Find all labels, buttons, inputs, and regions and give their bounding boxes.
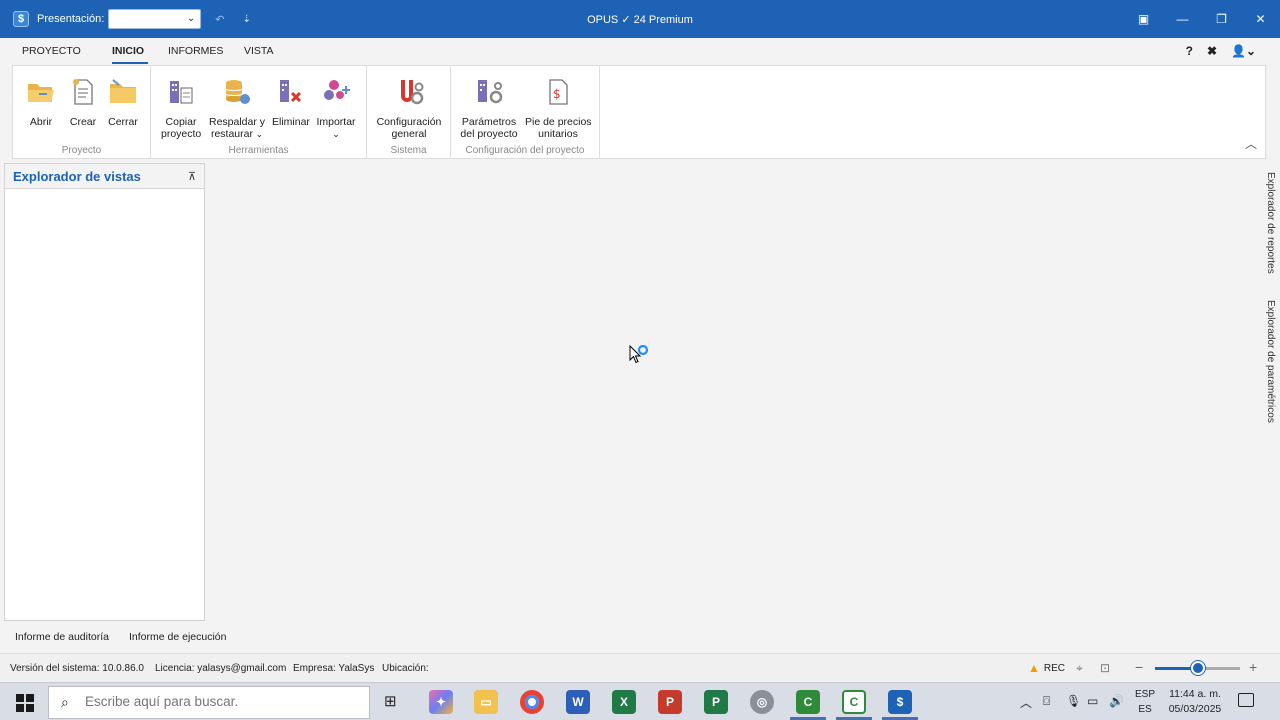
layout-icon[interactable]: ▣ [1124, 0, 1163, 38]
tab-explorador-reportes[interactable]: Explorador de reportes [1265, 172, 1276, 274]
rec-indicator: REC [1043, 662, 1066, 674]
microphone-icon[interactable]: 🎙 [1066, 694, 1081, 708]
ribbon-panel: Abrir Crear Cerrar Proyecto Copiar proye… [12, 65, 1266, 159]
volume-icon[interactable]: 🔊 [1109, 694, 1124, 708]
views-explorer-header: Explorador de vistas ⊼ [5, 164, 204, 189]
new-document-icon [73, 79, 93, 105]
camera-icon[interactable]: ⌼ [1043, 694, 1050, 709]
maximize-button[interactable]: ❐ [1202, 0, 1241, 38]
busy-cursor-icon [629, 345, 649, 364]
taskbar-clock[interactable]: 11:44 a. m. 05/03/2025 [1162, 687, 1228, 717]
respaldar-restaurar-button[interactable]: Respaldar y restaurar ⌄ [208, 76, 266, 140]
svg-text:$: $ [553, 87, 561, 101]
close-button[interactable]: ✕ [1241, 0, 1280, 38]
collapse-ribbon-icon[interactable]: ︿ [1245, 135, 1257, 152]
eliminar-button[interactable]: Eliminar [272, 76, 310, 128]
quick-access-dropdown-icon[interactable]: ⇣ [242, 14, 250, 25]
system-version: Versión del sistema: 10.0.86.0 [10, 663, 144, 674]
opus-taskbar-icon[interactable]: $ [888, 690, 912, 714]
user-icon[interactable]: 👤⌄ [1231, 44, 1256, 58]
group-label-sistema: Sistema [390, 145, 427, 156]
active-tab-indicator [112, 62, 148, 64]
import-icon [324, 80, 350, 100]
cerrar-button[interactable]: Cerrar [107, 76, 139, 128]
group-proyecto: Abrir Crear Cerrar Proyecto [13, 66, 151, 158]
title-bar: $ Presentación: ⌄ ↶ ⇣ OPUS ✓ 24 Premium … [0, 0, 1280, 38]
locate-icon[interactable]: ⌖ [1076, 661, 1083, 676]
file-explorer-icon[interactable]: ▭ [474, 690, 498, 714]
word-icon[interactable]: W [566, 690, 590, 714]
tab-proyecto[interactable]: PROYECTO [22, 45, 81, 57]
tab-inicio[interactable]: INICIO [112, 45, 144, 57]
views-explorer-title: Explorador de vistas [13, 169, 141, 184]
network-app-icon[interactable]: ◎ [750, 690, 774, 714]
group-configuracion-proyecto: Parámetros del proyecto $ Pie de precios… [451, 66, 600, 158]
tray-expand-icon[interactable]: ︿ [1020, 694, 1032, 711]
zoom-in-button[interactable]: + [1249, 659, 1257, 675]
parametros-proyecto-button[interactable]: Parámetros del proyecto [459, 76, 519, 140]
license-info: Licencia: yalasys@gmail.com [155, 663, 287, 674]
group-label-proyecto: Proyecto [61, 145, 102, 156]
minimize-button[interactable]: — [1163, 0, 1202, 38]
group-label-configuracion-proyecto: Configuración del proyecto [465, 145, 585, 156]
help-icon[interactable]: ? [1186, 44, 1193, 58]
tab-informe-auditoria[interactable]: Informe de auditoría [15, 631, 109, 643]
chrome-icon[interactable] [520, 690, 544, 714]
opus-app-icon[interactable]: $ [13, 11, 29, 27]
importar-button[interactable]: Importar ⌄ [315, 76, 357, 140]
camtasia-icon[interactable]: C [796, 690, 820, 714]
pie-precios-unitarios-button[interactable]: $ Pie de precios unitarios [525, 76, 592, 140]
copy-project-icon [170, 81, 193, 104]
project-icon[interactable]: P [704, 690, 728, 714]
company-info: Empresa: YalaSys [293, 663, 375, 674]
tab-vista[interactable]: VISTA [244, 45, 274, 57]
delete-project-icon [280, 80, 302, 103]
folder-closed-icon [110, 79, 136, 103]
excel-icon[interactable]: X [612, 690, 636, 714]
tab-informes[interactable]: INFORMES [168, 45, 223, 57]
group-sistema: Configuración general Sistema [367, 66, 451, 158]
search-icon: ⌕ [61, 694, 69, 710]
zoom-fit-icon[interactable]: ⊡ [1100, 661, 1110, 675]
pin-icon[interactable]: ⊼ [188, 170, 196, 183]
location-info: Ubicación: [382, 663, 429, 674]
zoom-out-button[interactable]: − [1135, 659, 1143, 675]
copilot-icon[interactable]: ✦ [429, 690, 453, 714]
notification-icon[interactable] [1238, 693, 1254, 707]
project-parameters-icon [478, 80, 503, 104]
warning-icon: ▲ [1028, 661, 1040, 675]
tab-informe-ejecucion[interactable]: Informe de ejecución [129, 631, 226, 643]
ribbon-tabs: PROYECTO INICIO INFORMES VISTA ? ✖ 👤⌄ [0, 38, 1280, 65]
abrir-button[interactable]: Abrir [25, 76, 57, 128]
zoom-slider-thumb[interactable] [1190, 661, 1205, 675]
database-backup-icon [225, 80, 250, 104]
windows-start-icon[interactable] [16, 694, 34, 712]
windows-taskbar: ⌕ ⊞ ✦ ▭ W X P P ◎ C C $ ︿ ⌼ 🎙 ▭ 🔊 ESP ES… [0, 682, 1280, 720]
clock-date: 05/03/2025 [1168, 703, 1222, 715]
status-bar: Versión del sistema: 10.0.86.0 Licencia:… [0, 653, 1280, 682]
language-indicator[interactable]: ESP ES [1133, 687, 1157, 717]
tab-explorador-parametricos[interactable]: Explorador de paramétricos [1265, 300, 1276, 423]
clock-time: 11:44 a. m. [1169, 688, 1221, 700]
chevron-down-icon: ⌄ [186, 13, 196, 24]
crear-button[interactable]: Crear [67, 76, 99, 128]
price-document-icon: $ [549, 79, 568, 105]
tools-icon[interactable]: ✖ [1207, 44, 1217, 58]
folder-open-icon [28, 84, 54, 102]
presentation-label: Presentación: [37, 13, 105, 25]
settings-gears-icon [401, 80, 424, 105]
powerpoint-icon[interactable]: P [658, 690, 682, 714]
copiar-proyecto-button[interactable]: Copiar proyecto [161, 76, 201, 140]
taskbar-search-box[interactable]: ⌕ [48, 686, 370, 719]
task-view-icon[interactable]: ⊞ [384, 692, 397, 710]
camtasia-recorder-icon[interactable]: C [842, 690, 866, 714]
views-explorer-panel: Explorador de vistas ⊼ [4, 163, 205, 621]
presentation-select[interactable]: ⌄ [108, 9, 202, 29]
network-icon[interactable]: ▭ [1087, 694, 1098, 708]
taskbar-search-input[interactable] [85, 694, 355, 709]
undo-icon[interactable]: ↶ [215, 13, 224, 26]
group-herramientas: Copiar proyecto Respaldar y restaurar ⌄ … [151, 66, 367, 158]
group-label-herramientas: Herramientas [228, 145, 289, 156]
configuracion-general-button[interactable]: Configuración general [375, 76, 443, 140]
